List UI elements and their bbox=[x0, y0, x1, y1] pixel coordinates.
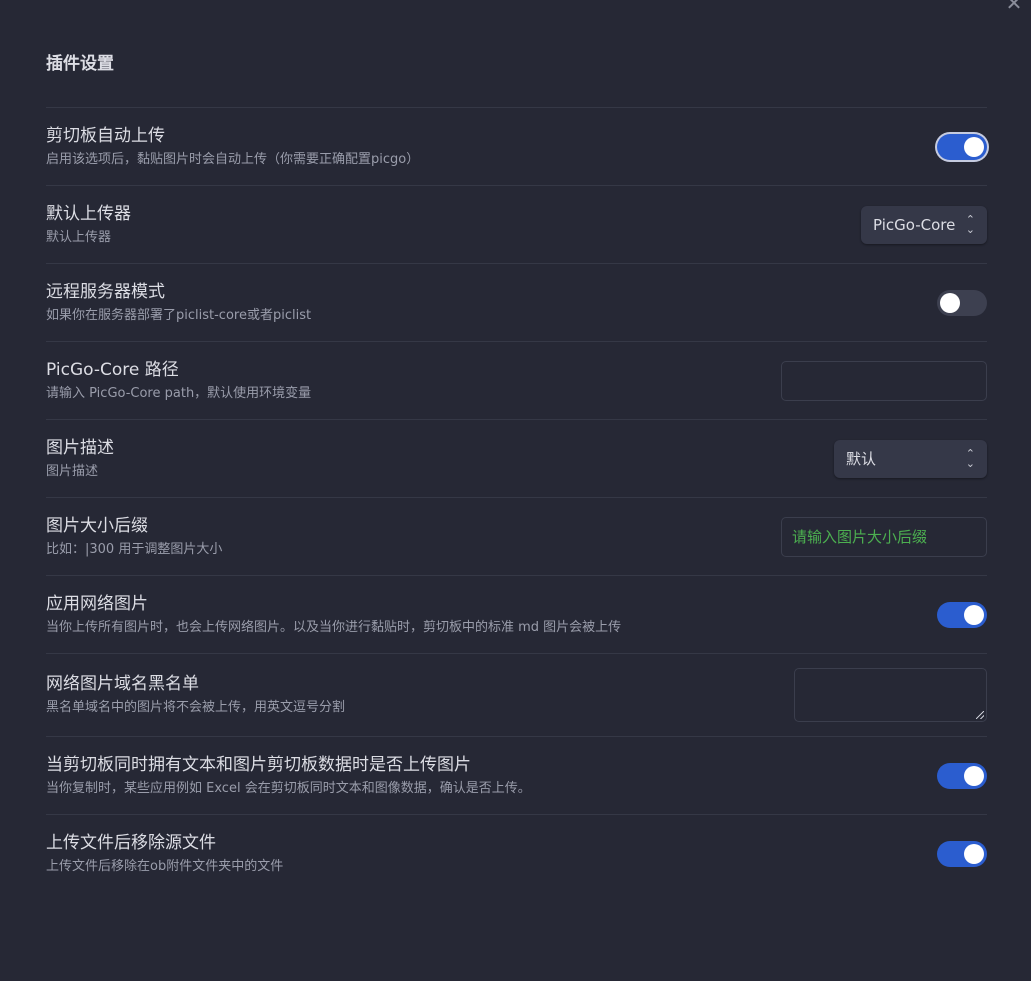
setting-upload-with-text-and-image: 当剪切板同时拥有文本和图片剪切板数据时是否上传图片 当你复制时，某些应用例如 E… bbox=[46, 737, 987, 815]
setting-image-description: 图片描述 图片描述 默认 ⌃ ⌄ bbox=[46, 420, 987, 498]
setting-remove-source-after-upload: 上传文件后移除源文件 上传文件后移除在ob附件文件夹中的文件 bbox=[46, 815, 987, 893]
select-value: PicGo-Core bbox=[873, 215, 956, 234]
close-icon[interactable]: ✕ bbox=[1003, 0, 1025, 14]
setting-name: 图片大小后缀 bbox=[46, 515, 148, 536]
picgo-core-path-input[interactable] bbox=[781, 360, 987, 401]
setting-desc: 黑名单域名中的图片将不会被上传，用英文逗号分割 bbox=[46, 700, 346, 715]
setting-apply-network-images: 应用网络图片 当你上传所有图片时，也会上传网络图片。以及当你进行黏贴时，剪切板中… bbox=[46, 576, 987, 654]
setting-desc: 比如：|300 用于调整图片大小 bbox=[46, 541, 223, 557]
setting-domain-blacklist: 网络图片域名黑名单 黑名单域名中的图片将不会被上传，用英文逗号分割 bbox=[46, 654, 987, 737]
setting-name: 图片描述 bbox=[46, 437, 114, 458]
setting-default-uploader: 默认上传器 默认上传器 PicGo-Core ⌃ ⌄ bbox=[46, 186, 987, 264]
toggle-knob bbox=[964, 765, 984, 786]
setting-desc: 请输入 PicGo-Core path，默认使用环境变量 bbox=[46, 385, 312, 401]
image-size-suffix-input[interactable] bbox=[781, 516, 987, 557]
apply-network-images-toggle[interactable] bbox=[937, 601, 987, 628]
setting-picgo-core-path: PicGo-Core 路径 请输入 PicGo-Core path，默认使用环境… bbox=[46, 342, 987, 420]
upload-with-text-and-image-toggle[interactable] bbox=[937, 762, 987, 789]
setting-name: 默认上传器 bbox=[46, 203, 131, 224]
setting-name: 剪切板自动上传 bbox=[46, 125, 165, 146]
setting-desc: 当你上传所有图片时，也会上传网络图片。以及当你进行黏贴时，剪切板中的标准 md … bbox=[46, 619, 622, 635]
remote-server-mode-toggle[interactable] bbox=[937, 289, 987, 316]
setting-desc: 上传文件后移除在ob附件文件夹中的文件 bbox=[46, 859, 284, 874]
setting-desc: 当你复制时，某些应用例如 Excel 会在剪切板同时文本和图像数据，确认是否上传… bbox=[46, 780, 531, 796]
setting-name: 上传文件后移除源文件 bbox=[46, 833, 216, 853]
setting-name: 远程服务器模式 bbox=[46, 281, 165, 302]
setting-desc: 如果你在服务器部署了piclist-core或者piclist bbox=[46, 307, 312, 323]
toggle-knob bbox=[964, 136, 984, 157]
setting-name: 网络图片域名黑名单 bbox=[46, 674, 199, 694]
setting-desc: 启用该选项后，黏贴图片时会自动上传（你需要正确配置picgo） bbox=[46, 151, 420, 167]
chevron-up-down-icon: ⌃ ⌄ bbox=[965, 212, 975, 236]
plugin-settings-panel: 插件设置 剪切板自动上传 启用该选项后，黏贴图片时会自动上传（你需要正确配置pi… bbox=[46, 40, 987, 893]
resize-grip-icon[interactable] bbox=[976, 711, 984, 719]
image-description-select[interactable]: 默认 ⌃ ⌄ bbox=[834, 439, 987, 478]
setting-name: PicGo-Core 路径 bbox=[46, 359, 179, 380]
clipboard-auto-upload-toggle[interactable] bbox=[937, 133, 987, 160]
toggle-knob bbox=[940, 292, 960, 313]
domain-blacklist-textarea[interactable] bbox=[794, 668, 987, 722]
setting-name: 当剪切板同时拥有文本和图片剪切板数据时是否上传图片 bbox=[46, 754, 471, 775]
setting-desc: 默认上传器 bbox=[46, 229, 112, 245]
chevron-up-down-icon: ⌃ ⌄ bbox=[965, 446, 975, 470]
setting-name: 应用网络图片 bbox=[46, 593, 148, 614]
setting-desc: 图片描述 bbox=[46, 463, 99, 479]
toggle-knob bbox=[964, 604, 984, 625]
default-uploader-select[interactable]: PicGo-Core ⌃ ⌄ bbox=[861, 205, 987, 244]
remove-source-after-upload-toggle[interactable] bbox=[937, 841, 987, 867]
setting-clipboard-auto-upload: 剪切板自动上传 启用该选项后，黏贴图片时会自动上传（你需要正确配置picgo） bbox=[46, 108, 987, 186]
setting-image-size-suffix: 图片大小后缀 比如：|300 用于调整图片大小 bbox=[46, 498, 987, 576]
toggle-knob bbox=[964, 844, 984, 864]
section-title: 插件设置 bbox=[46, 40, 987, 108]
setting-remote-server-mode: 远程服务器模式 如果你在服务器部署了piclist-core或者piclist bbox=[46, 264, 987, 342]
select-value: 默认 bbox=[846, 450, 877, 468]
